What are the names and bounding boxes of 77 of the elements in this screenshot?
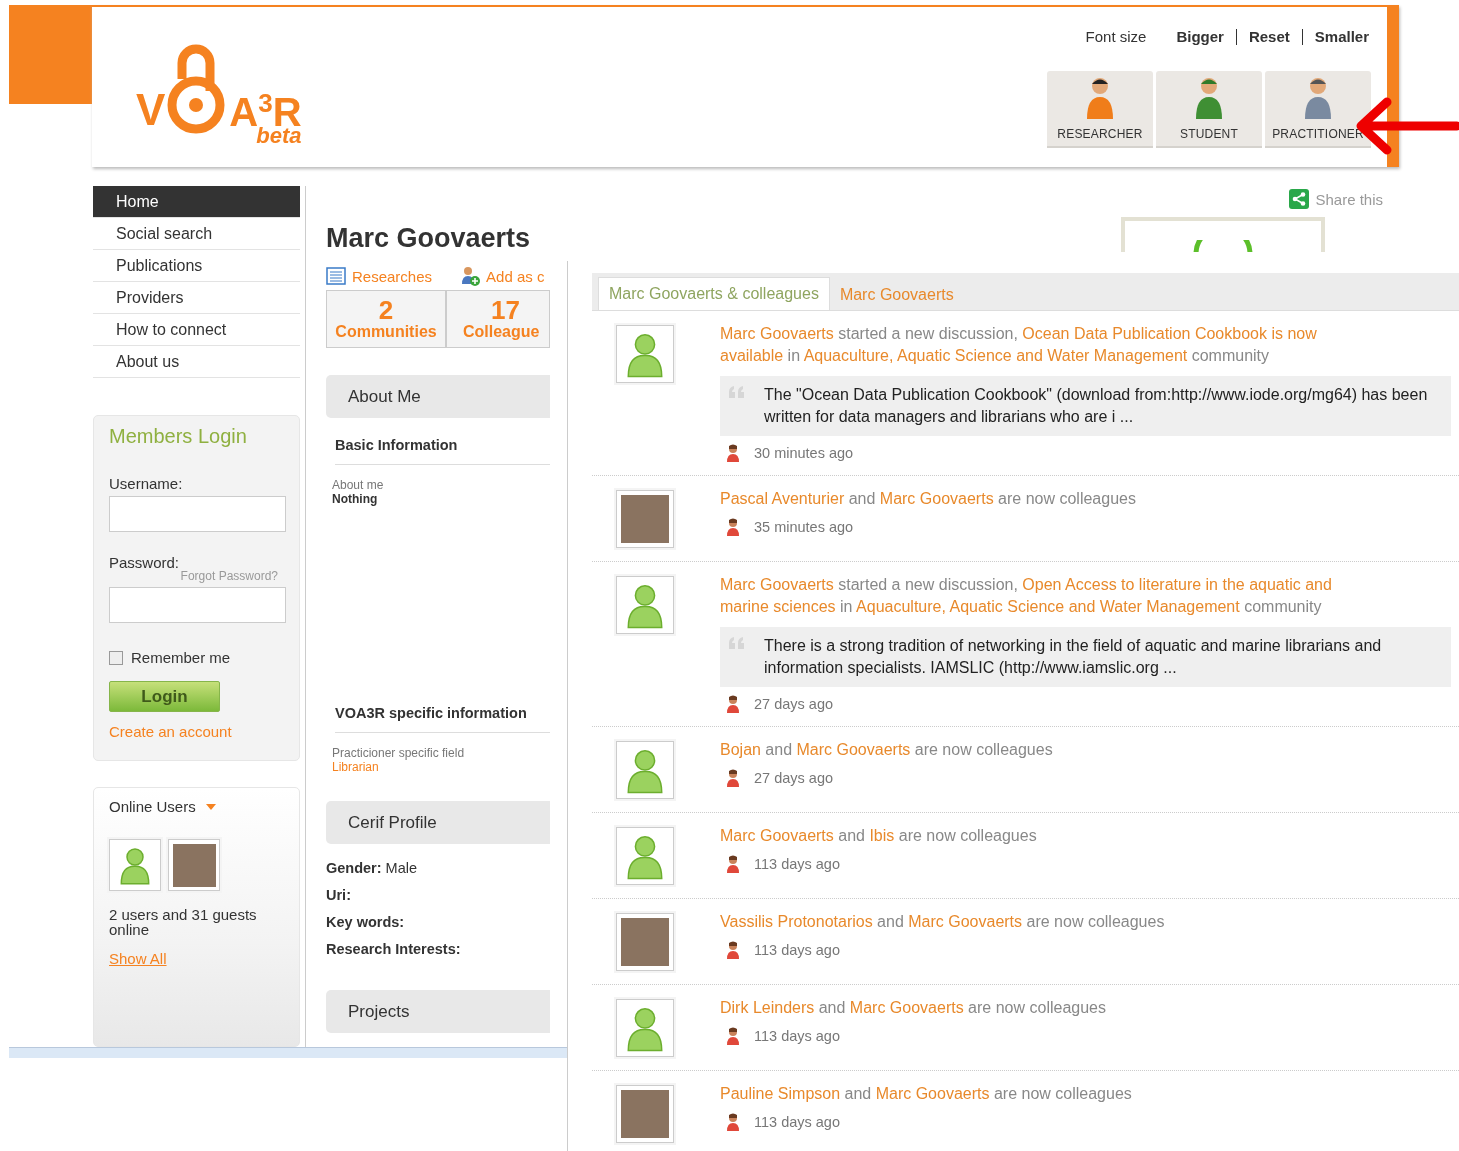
subsection-title: VOA3R specific information <box>335 705 550 733</box>
user-icon <box>726 695 740 713</box>
font-size-link[interactable]: Reset <box>1235 28 1302 45</box>
password-field[interactable] <box>109 587 286 623</box>
profile-name: Marc Goovaerts <box>326 223 532 254</box>
timestamp: 113 days ago <box>754 1028 840 1044</box>
activity-message: Vassilis Protonotarios and Marc Goovaerts are now colleagues <box>720 912 1166 932</box>
quote-text: The "Ocean Data Publication Cookbook" (download from:http://www.iode.org/mg64) has been written for data managers and librarians who are i ... <box>764 385 1429 427</box>
user-icon <box>726 1027 740 1045</box>
profile-field: Uri: <box>326 882 550 909</box>
person-icon <box>1194 75 1224 119</box>
activity-message: Marc Goovaerts and Ibis are now colleagues <box>720 826 1038 846</box>
profile-field: Research Interests: <box>326 936 550 963</box>
section-header[interactable]: Cerif Profile <box>326 801 550 844</box>
online-count-text: 2 users and 31 guests online <box>109 907 258 937</box>
activity-message: Pascal Aventurier and Marc Goovaerts are now colleagues <box>720 489 1137 509</box>
nav-link[interactable]: About us <box>93 346 300 378</box>
activity-message: Marc Goovaerts started a new discussion, Ocean Data Publication Cookbook is now available in Aquaculture, Aquatic Science and Water Management community <box>720 324 1318 366</box>
nav-link[interactable]: Publications <box>93 250 300 282</box>
field-value: Nothing <box>332 492 378 506</box>
quote-icon <box>728 386 746 398</box>
role-button[interactable]: STUDENT <box>1156 71 1262 148</box>
section-header[interactable]: About Me <box>326 375 550 418</box>
person-icon <box>1303 75 1333 119</box>
login-button[interactable]: Login <box>109 681 220 712</box>
timestamp: 27 days ago <box>754 770 833 786</box>
timestamp: 113 days ago <box>754 856 840 872</box>
user-icon <box>726 518 740 536</box>
activity-message: Bojan and Marc Goovaerts are now colleagues <box>720 740 1054 760</box>
list-icon <box>326 267 346 285</box>
activity-message: Marc Goovaerts started a new discussion, Open Access to literature in the aquatic and marine sciences in Aquaculture, Aquatic Science and Water Management community <box>720 575 1333 617</box>
nav-link[interactable]: Providers <box>93 282 300 314</box>
nav-link[interactable]: Home <box>93 186 300 218</box>
remember-checkbox[interactable] <box>109 650 123 665</box>
caret-icon <box>205 803 216 810</box>
nav-link[interactable]: Social search <box>93 218 300 250</box>
panel-title: Online Users <box>109 798 196 815</box>
timestamp: 35 minutes ago <box>754 519 854 535</box>
checkbox-label: Remember me <box>131 649 231 666</box>
quote-icon <box>728 637 746 649</box>
font-size-link[interactable]: Bigger <box>1164 28 1236 45</box>
stat-label: Colleague <box>463 323 540 341</box>
arc-drawing <box>1193 240 1253 252</box>
logo-text: V <box>136 85 166 135</box>
user-icon <box>726 855 740 873</box>
font-size-label: Font size <box>1085 28 1147 45</box>
field-label: Practicioner specific field <box>332 746 465 760</box>
field-label: Username: <box>109 475 183 492</box>
stat-label: Communities <box>335 323 437 341</box>
user-icon <box>726 1113 740 1131</box>
role-button[interactable]: PRACTITIONER <box>1265 71 1371 148</box>
font-size-link[interactable]: Smaller <box>1301 28 1369 45</box>
timestamp: 27 days ago <box>754 696 833 712</box>
role-button[interactable]: RESEARCHER <box>1047 71 1153 148</box>
quote-text: There is a strong tradition of networking in the field of aquatic and marine librarians and information specialists. IAMSLIC (http://www.iamslic.org ... <box>764 636 1383 678</box>
nav-link[interactable]: How to connect <box>93 314 300 346</box>
user-icon <box>726 941 740 959</box>
section-header[interactable]: Projects <box>326 990 550 1033</box>
profile-field: Gender: Male <box>326 855 550 882</box>
person-icon <box>1085 75 1115 119</box>
profile-field: Key words: <box>326 909 550 936</box>
timestamp: 30 minutes ago <box>754 445 854 461</box>
field-label: About me <box>332 478 384 492</box>
user-icon <box>726 444 740 462</box>
stat-count: 2 <box>378 297 394 323</box>
field-label: Password: <box>109 554 180 571</box>
user-icon <box>726 769 740 787</box>
username-field[interactable] <box>109 496 286 532</box>
share-icon <box>1289 189 1310 209</box>
activity-message: Dirk Leinders and Marc Goovaerts are now colleagues <box>720 998 1107 1018</box>
subsection-title: Basic Information <box>335 437 550 465</box>
timestamp: 113 days ago <box>754 942 840 958</box>
stat-count: 17 <box>491 297 520 323</box>
timestamp: 113 days ago <box>754 1114 840 1130</box>
add-person-icon <box>460 266 481 286</box>
panel-title: Members Login <box>109 425 247 448</box>
activity-message: Pauline Simpson and Marc Goovaerts are now colleagues <box>720 1084 1133 1104</box>
